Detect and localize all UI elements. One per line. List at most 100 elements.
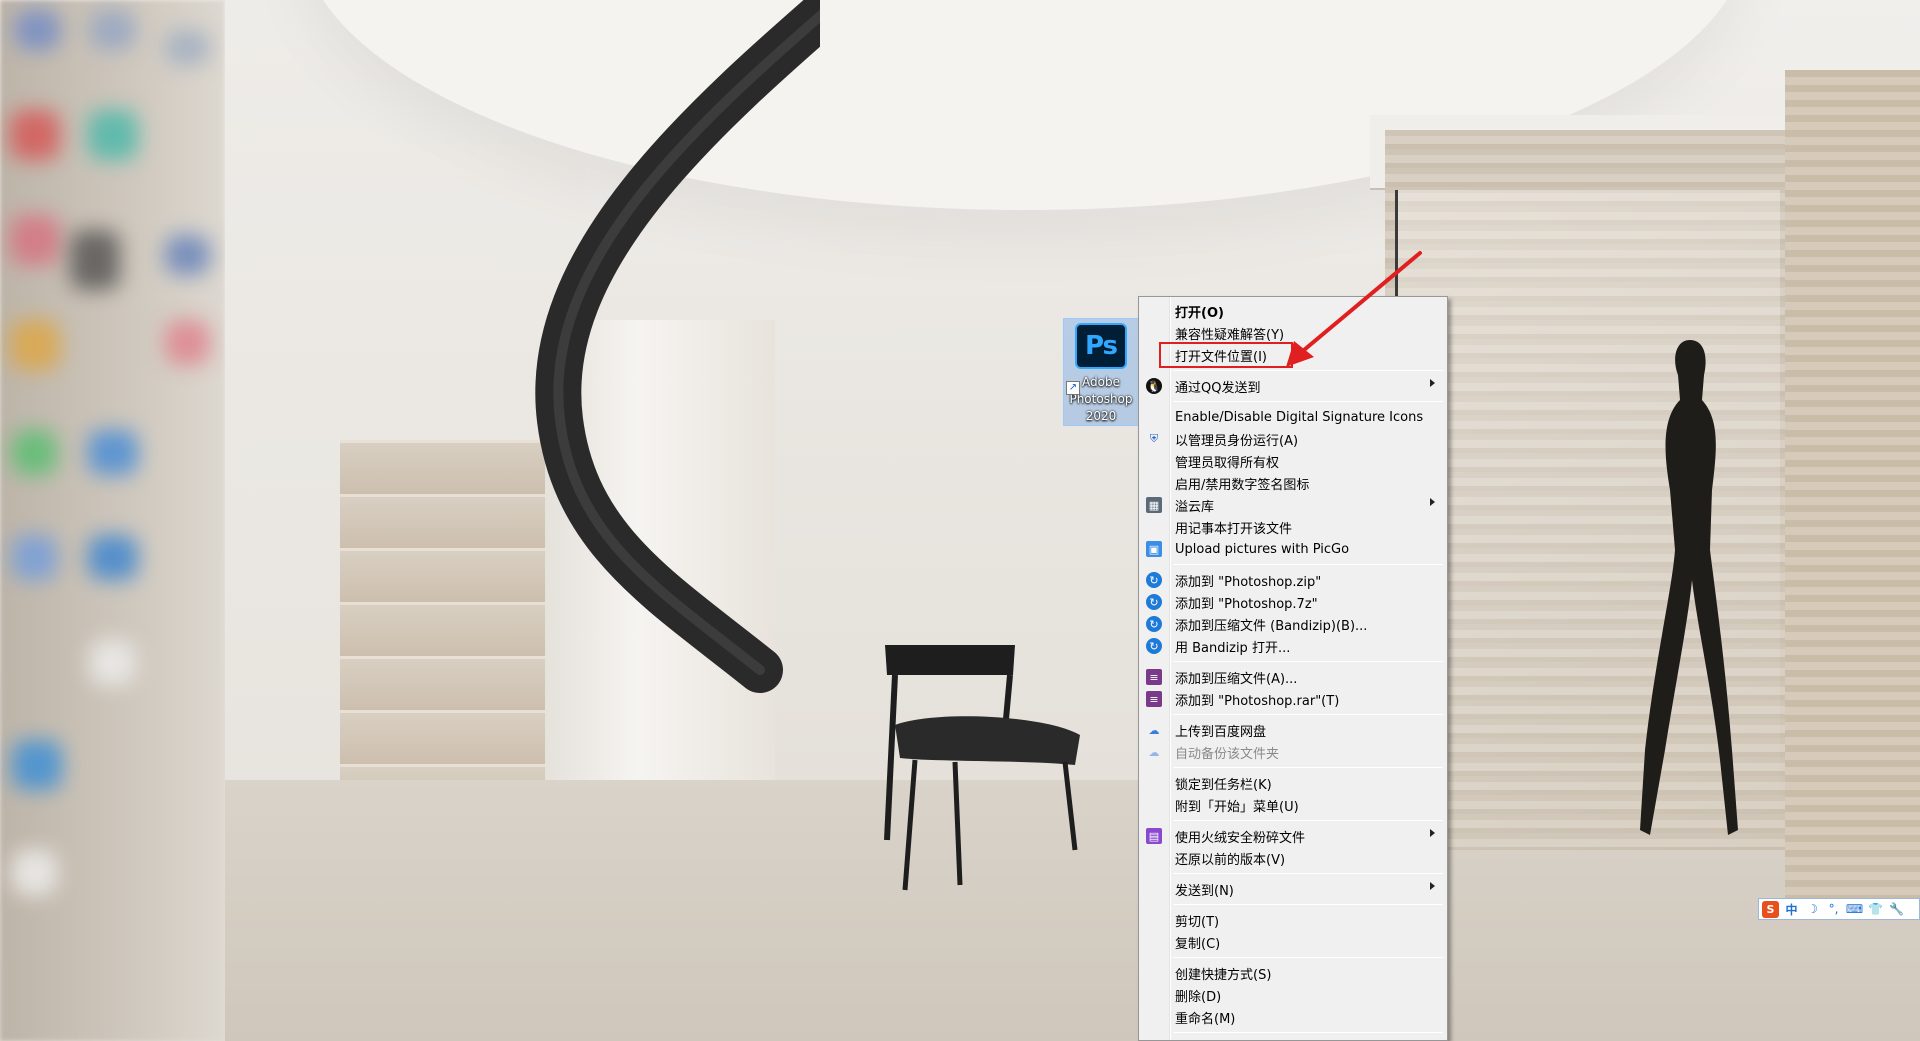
blurred-desktop-icon [12,430,57,475]
stair-step [340,440,545,494]
menu-item-label: 添加到压缩文件 (Bandizip)(B)... [1175,618,1368,634]
menu-item[interactable]: 还原以前的版本(V) [1141,847,1445,869]
blurred-desktop-icon [165,30,210,65]
blurred-desktop-icon [165,235,210,275]
menu-separator [1173,820,1443,821]
menu-item[interactable]: 打开文件位置(I) [1141,344,1445,366]
menu-item[interactable]: 剪切(T) [1141,909,1445,931]
blurred-desktop-icon [10,215,60,265]
menu-item[interactable]: 打开(O) [1141,300,1445,322]
menu-separator [1173,401,1443,402]
menu-item[interactable]: 管理员取得所有权 [1141,450,1445,472]
menu-item[interactable]: 复制(C) [1141,931,1445,953]
bandizip-icon: ↻ [1146,572,1162,588]
stone-pillar [1785,70,1920,900]
menu-item[interactable]: 创建快捷方式(S) [1141,962,1445,984]
menu-item-label: 自动备份该文件夹 [1175,746,1280,762]
huorong-icon: ▤ [1146,828,1162,844]
menu-item[interactable]: ▦ 溢云库 [1141,494,1445,516]
menu-separator [1173,564,1443,565]
menu-item[interactable]: 启用/禁用数字签名图标 [1141,472,1445,494]
menu-item-label: 添加到 "Photoshop.rar"(T) [1175,693,1340,709]
blurred-desktop-icon [12,740,62,790]
submenu-arrow-icon [1430,829,1435,837]
menu-separator [1173,370,1443,371]
menu-item-label: 溢云库 [1175,499,1215,515]
submenu-arrow-icon [1430,882,1435,890]
menu-separator [1173,714,1443,715]
menu-item-label: 管理员取得所有权 [1175,455,1280,471]
blurred-desktop-icon [88,430,138,475]
half-width-icon[interactable]: ☽ [1804,901,1821,918]
menu-item-label: 删除(D) [1175,989,1222,1005]
menu-item-label: 附到「开始」菜单(U) [1175,799,1299,815]
menu-item-label: 添加到压缩文件(A)... [1175,671,1298,687]
menu-item[interactable]: 兼容性疑难解答(Y) [1141,322,1445,344]
skin-icon[interactable]: 👕 [1867,901,1884,918]
baidu-netdisk-icon: ☁ [1148,723,1160,737]
menu-item-label: 以管理员身份运行(A) [1175,433,1299,449]
menu-item[interactable]: ▣ Upload pictures with PicGo [1141,538,1445,560]
menu-item-label: 剪切(T) [1175,914,1220,930]
blurred-desktop-icon [90,640,135,685]
menu-item-label: 还原以前的版本(V) [1175,852,1286,868]
blurred-desktop-icon [88,110,138,160]
handrail [535,0,820,693]
blurred-desktop-icon [10,320,60,370]
menu-item-label: Upload pictures with PicGo [1175,541,1350,557]
menu-item-label: 兼容性疑难解答(Y) [1175,327,1285,343]
menu-item[interactable]: ↻ 添加到压缩文件 (Bandizip)(B)... [1141,613,1445,635]
menu-separator [1173,904,1443,905]
menu-item[interactable]: ⛨ 以管理员身份运行(A) [1141,428,1445,450]
stair-step [340,548,545,602]
blurred-desktop-icon [70,230,120,290]
ime-mode-toggle[interactable]: 中 [1783,901,1800,918]
menu-item-label: 启用/禁用数字签名图标 [1175,477,1310,493]
menu-item[interactable]: 🐧 通过QQ发送到 [1141,375,1445,397]
sculpture [1640,340,1738,835]
keyboard-icon[interactable]: ⌨ [1846,901,1863,918]
menu-item[interactable]: ≡ 添加到压缩文件(A)... [1141,666,1445,688]
menu-item[interactable]: 属性(R) [1141,1037,1445,1040]
menu-separator [1173,957,1443,958]
submenu-arrow-icon [1430,379,1435,387]
tools-wrench-icon[interactable]: 🔧 [1888,901,1905,918]
menu-item[interactable]: ▤ 使用火绒安全粉碎文件 [1141,825,1445,847]
menu-separator [1173,1032,1443,1033]
desktop-wallpaper [0,0,1920,1041]
menu-item-label: 重命名(M) [1175,1011,1236,1027]
menu-item-label: 添加到 "Photoshop.zip" [1175,574,1322,590]
blurred-icon-strip [0,0,225,1041]
library-icon: ▦ [1146,497,1162,513]
blurred-desktop-icon [15,10,60,50]
stair-step [340,656,545,710]
winrar-icon: ≡ [1146,691,1162,707]
menu-item[interactable]: Enable/Disable Digital Signature Icons [1141,406,1445,428]
blurred-desktop-icon [165,320,210,365]
menu-item[interactable]: ↻ 添加到 "Photoshop.zip" [1141,569,1445,591]
menu-item-label: Enable/Disable Digital Signature Icons [1175,409,1424,425]
menu-item-label: 锁定到任务栏(K) [1175,777,1272,793]
menu-item[interactable]: 重命名(M) [1141,1006,1445,1028]
blurred-desktop-icon [12,535,57,580]
menu-item[interactable]: ≡ 添加到 "Photoshop.rar"(T) [1141,688,1445,710]
menu-item-label: 发送到(N) [1175,883,1234,899]
menu-item[interactable]: 用记事本打开该文件 [1141,516,1445,538]
menu-item[interactable]: ☁ 上传到百度网盘 [1141,719,1445,741]
punctuation-icon[interactable]: °, [1825,901,1842,918]
blurred-desktop-icon [12,850,57,895]
bandizip-icon: ↻ [1146,638,1162,654]
caption-line: 2020 [1085,409,1117,423]
menu-item[interactable]: 锁定到任务栏(K) [1141,772,1445,794]
menu-item[interactable]: ↻ 用 Bandizip 打开... [1141,635,1445,657]
menu-item-label: 打开文件位置(I) [1175,349,1267,365]
stair-step [340,602,545,656]
menu-item[interactable]: 附到「开始」菜单(U) [1141,794,1445,816]
sogou-logo-icon[interactable]: S [1762,900,1779,918]
menu-item-label: 通过QQ发送到 [1175,380,1261,396]
menu-item[interactable]: 发送到(N) [1141,878,1445,900]
bandizip-icon: ↻ [1146,616,1162,632]
photoshop-desktop-shortcut[interactable]: Ps Adobe Photoshop 2020 ↗ [1063,318,1139,426]
menu-item[interactable]: 删除(D) [1141,984,1445,1006]
menu-item[interactable]: ↻ 添加到 "Photoshop.7z" [1141,591,1445,613]
